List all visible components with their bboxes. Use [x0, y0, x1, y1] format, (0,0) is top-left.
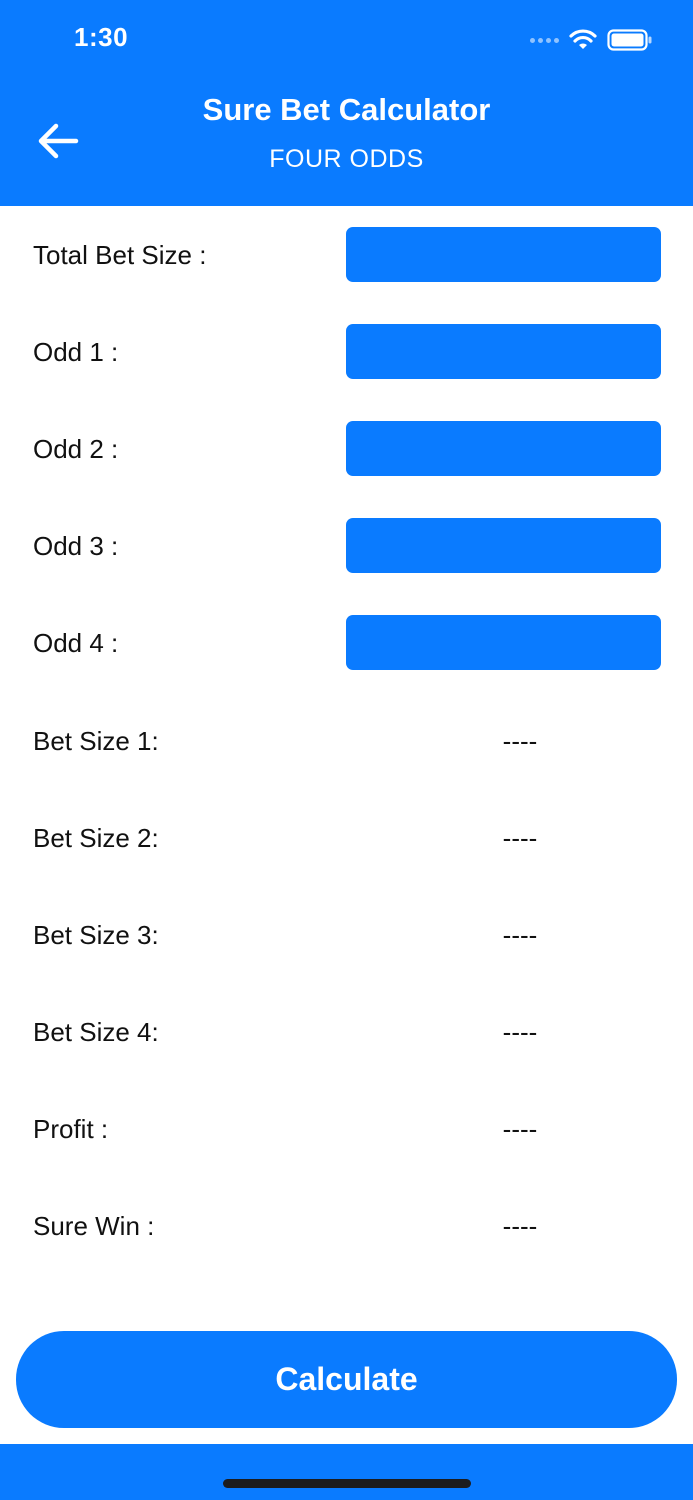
bet-size-4-label: Bet Size 4:	[33, 1017, 159, 1047]
bet-size-1-value: ----	[502, 726, 538, 756]
sure-win-value: ----	[502, 1211, 538, 1241]
battery-icon	[607, 29, 652, 51]
bet-size-2-label: Bet Size 2:	[33, 823, 159, 853]
cellular-signal-icon	[530, 37, 559, 43]
odd-1-label: Odd 1 :	[33, 337, 119, 367]
status-icons	[530, 26, 653, 54]
odd-2-input[interactable]	[346, 421, 661, 476]
odd-3-label: Odd 3 :	[33, 531, 119, 561]
profit-value: ----	[502, 1114, 538, 1144]
odd-4-input[interactable]	[346, 615, 661, 670]
bet-size-2-value: ----	[502, 823, 538, 853]
total-bet-size-label: Total Bet Size :	[33, 240, 207, 270]
bet-size-3-label: Bet Size 3:	[33, 920, 159, 950]
odd-1-input[interactable]	[346, 324, 661, 379]
wifi-icon	[569, 29, 597, 49]
total-bet-size-input[interactable]	[346, 227, 661, 282]
calculate-button[interactable]: Calculate	[16, 1331, 677, 1428]
odd-4-label: Odd 4 :	[33, 628, 119, 658]
bet-size-3-value: ----	[502, 920, 538, 950]
app-header: 1:30 Sure Bet Calculator FOUR ODDS	[0, 0, 693, 206]
odd-3-input[interactable]	[346, 518, 661, 573]
bottom-bar	[0, 1444, 693, 1500]
home-indicator[interactable]	[223, 1479, 471, 1488]
bet-size-4-value: ----	[502, 1017, 538, 1047]
page-title: Sure Bet Calculator	[202, 92, 491, 127]
sure-win-label: Sure Win :	[33, 1211, 155, 1241]
profit-label: Profit :	[33, 1114, 109, 1144]
status-time: 1:30	[74, 22, 129, 52]
page-subtitle: FOUR ODDS	[269, 145, 424, 173]
odd-2-label: Odd 2 :	[33, 434, 119, 464]
bet-size-1-label: Bet Size 1:	[33, 726, 159, 756]
